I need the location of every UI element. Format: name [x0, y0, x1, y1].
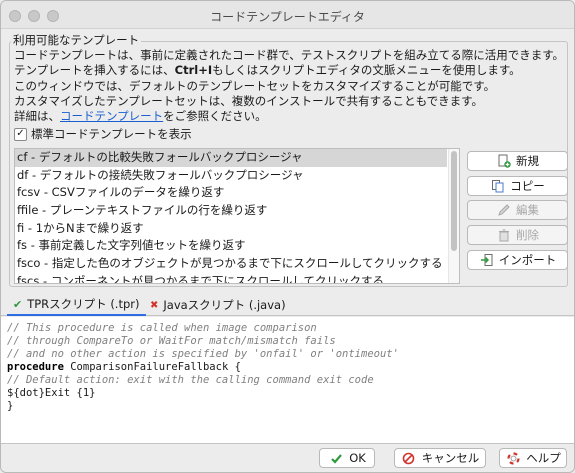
template-list-item[interactable]: fi - 1からNまで繰り返す: [15, 220, 447, 238]
code-line: // Default action: exit with the calling…: [7, 374, 374, 386]
show-standard-templates-label: 標準コードテンプレートを表示: [31, 127, 192, 141]
group-label: 利用可能なテンプレート: [11, 32, 142, 48]
scrollbar-thumb[interactable]: [451, 151, 457, 251]
code-editor[interactable]: // This procedure is called when image c…: [1, 317, 574, 444]
copy-button[interactable]: コピー: [467, 176, 568, 196]
copy-button-label: コピー: [510, 179, 545, 193]
window-title: コードテンプレートエディタ: [210, 10, 365, 24]
shortcut-text: Ctrl+I: [174, 63, 213, 78]
help-button-label: ヘルプ: [526, 451, 561, 465]
title-bar: コードテンプレートエディタ: [1, 1, 574, 29]
template-list-item[interactable]: cf - デフォルトの比較失敗フォールバックプロシージャ: [15, 149, 447, 167]
ok-button-label: OK: [349, 451, 366, 465]
description-line-2-prefix: テンプレートを挿入するには、: [14, 63, 175, 78]
cancel-button-label: キャンセル: [421, 451, 480, 465]
description: コードテンプレートは、事前に定義されたコード群で、テストスクリプトを組み立てる際…: [14, 48, 564, 124]
script-type-tabs: ✔ TPRスクリプト (.tpr) ✖ Javaスクリプト (.java): [1, 294, 574, 316]
new-button-label: 新規: [516, 154, 539, 168]
ok-button[interactable]: OK: [319, 448, 375, 468]
tab-java-script[interactable]: ✖ Javaスクリプト (.java): [144, 294, 292, 316]
lifebuoy-icon: [505, 450, 521, 466]
code-line: // through CompareTo or WaitFor match/mi…: [7, 335, 336, 347]
edit-button[interactable]: 編集: [467, 200, 568, 220]
import-button[interactable]: インポート: [467, 250, 568, 270]
code-line: procedure ComparisonFailureFallback {: [7, 361, 570, 374]
tab-tpr-script[interactable]: ✔ TPRスクリプト (.tpr): [7, 294, 146, 316]
code-keyword: procedure: [7, 361, 64, 373]
new-document-icon: [496, 153, 512, 169]
show-standard-templates-row[interactable]: ✓ 標準コードテンプレートを表示: [14, 126, 192, 142]
edit-pencil-icon: [496, 202, 512, 218]
tab-java-label: Javaスクリプト (.java): [163, 298, 286, 312]
help-button[interactable]: ヘルプ: [499, 448, 567, 468]
import-icon: [479, 252, 495, 268]
description-line-2-suffix: もしくはスクリプトエディタの文脈メニューを使用します。: [212, 63, 521, 78]
template-list-item[interactable]: fsco - 指定した色のオブジェクトが見つかるまで下にスクロールしてクリックす…: [15, 255, 447, 273]
template-list-item[interactable]: fcsv - CSVファイルのデータを繰り返す: [15, 184, 447, 202]
template-list-scrollbar[interactable]: [448, 149, 459, 283]
template-list-item[interactable]: fscs - コンポーネントが見つかるまで下にスクロールしてクリックする: [15, 273, 447, 283]
code-line: // This procedure is called when image c…: [7, 322, 317, 334]
delete-button-label: 削除: [516, 228, 539, 242]
code-template-help-link[interactable]: コードテンプレート: [60, 109, 163, 123]
description-line-4: カスタマイズしたテンプレートセットは、複数のインストールで共有することもできます…: [14, 93, 483, 108]
template-list-item[interactable]: df - デフォルトの接続失敗フォールバックプロシージャ: [15, 167, 447, 185]
description-line-1: コードテンプレートは、事前に定義されたコード群で、テストスクリプトを組み立てる際…: [14, 48, 565, 62]
code-text: ComparisonFailureFallback {: [63, 361, 241, 373]
trash-icon: [496, 227, 512, 243]
check-icon: [328, 450, 344, 466]
description-line-5-prefix: 詳細は、: [14, 109, 60, 124]
description-line-5-suffix: をご参照ください。: [163, 109, 267, 124]
template-list[interactable]: cf - デフォルトの比較失敗フォールバックプロシージャ df - デフォルトの接…: [14, 148, 460, 284]
show-standard-templates-checkbox[interactable]: ✓: [14, 127, 27, 141]
template-list-item[interactable]: fs - 事前定義した文字列値セットを繰り返す: [15, 237, 447, 255]
template-list-items: cf - デフォルトの比較失敗フォールバックプロシージャ df - デフォルトの接…: [15, 149, 447, 283]
edit-button-label: 編集: [516, 203, 539, 217]
code-line: }: [7, 400, 14, 412]
invalid-x-icon: ✖: [150, 299, 159, 311]
code-template-editor-window: コードテンプレートエディタ 利用可能なテンプレート コードテンプレートは、事前に…: [0, 0, 575, 473]
description-line-2: テンプレートを挿入するには、Ctrl+Iもしくはスクリプトエディタの文脈メニュー…: [14, 63, 564, 78]
description-line-3: このウィンドウでは、デフォルトのテンプレートセットをカスタマイズすることが可能で…: [14, 78, 496, 93]
copy-icon: [490, 178, 506, 194]
cancel-button[interactable]: キャンセル: [394, 448, 486, 468]
new-button[interactable]: 新規: [467, 151, 568, 171]
code-line: ${dot}Exit {1}: [7, 387, 96, 399]
cancel-icon: [401, 450, 417, 466]
code-line: // and no other action is specified by '…: [7, 348, 399, 360]
template-list-item[interactable]: ffile - プレーンテキストファイルの行を繰り返す: [15, 202, 447, 220]
delete-button[interactable]: 削除: [467, 225, 568, 245]
import-button-label: インポート: [498, 253, 557, 267]
tab-tpr-label: TPRスクリプト (.tpr): [27, 297, 140, 311]
valid-check-icon: ✔: [13, 297, 23, 311]
description-line-5: 詳細は、コードテンプレートをご参照ください。: [14, 109, 564, 124]
